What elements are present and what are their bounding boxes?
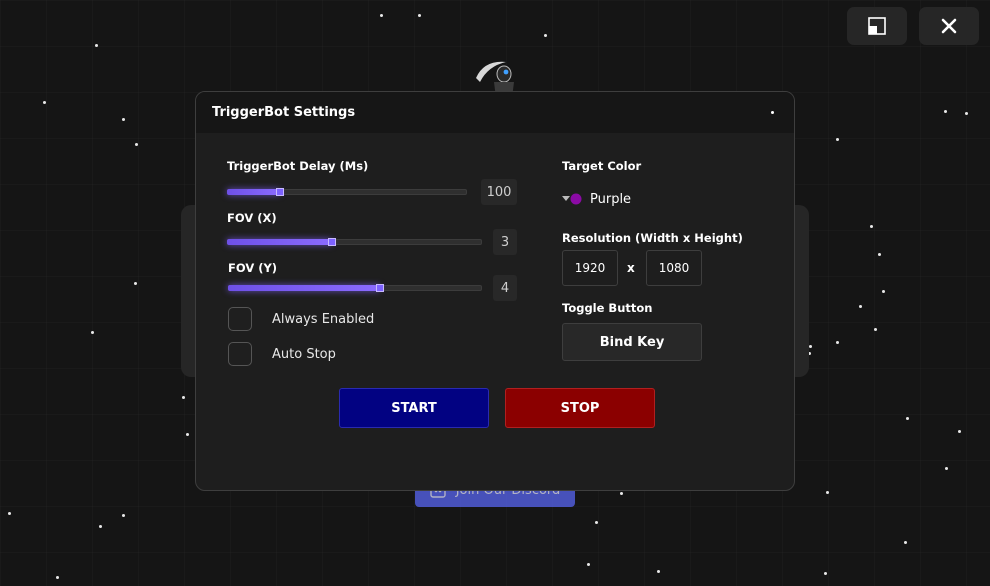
star <box>882 290 885 293</box>
star <box>595 521 598 524</box>
star <box>906 417 909 420</box>
star <box>870 225 873 228</box>
fov-x-slider[interactable] <box>227 238 482 246</box>
target-color-label: Target Color <box>562 159 642 173</box>
star <box>944 110 947 113</box>
resolution-width-input[interactable]: 1920 <box>562 250 618 286</box>
delay-label: TriggerBot Delay (Ms) <box>227 159 369 173</box>
star <box>135 143 138 146</box>
dialog-header: TriggerBot Settings <box>196 92 794 133</box>
close-button[interactable] <box>919 7 979 45</box>
restore-button[interactable] <box>847 7 907 45</box>
delay-thumb[interactable] <box>275 188 284 196</box>
fov-x-thumb[interactable] <box>327 238 336 246</box>
resolution-separator: x <box>627 261 635 275</box>
toggle-button-label: Toggle Button <box>562 301 653 315</box>
fov-y-fill <box>228 285 381 291</box>
close-x-icon <box>941 18 957 34</box>
stop-button[interactable]: STOP <box>505 388 655 428</box>
fov-x-value: 3 <box>493 229 517 255</box>
fov-y-slider[interactable] <box>228 284 482 292</box>
star <box>904 541 907 544</box>
start-button[interactable]: START <box>339 388 489 428</box>
star <box>965 112 968 115</box>
star <box>945 467 948 470</box>
dialog-body: TriggerBot Delay (Ms) 100 FOV (X) 3 FOV … <box>196 133 794 490</box>
star <box>958 430 961 433</box>
star <box>620 492 623 495</box>
auto-stop-label: Auto Stop <box>272 347 336 362</box>
fov-y-label: FOV (Y) <box>228 261 278 275</box>
star <box>836 341 839 344</box>
star <box>122 118 125 121</box>
dropdown-arrow-icon <box>562 193 582 205</box>
dialog-title: TriggerBot Settings <box>212 105 356 120</box>
star <box>809 345 812 348</box>
star <box>826 491 829 494</box>
fov-x-label: FOV (X) <box>227 211 277 225</box>
auto-stop-checkbox[interactable] <box>228 342 252 366</box>
always-enabled-checkbox[interactable] <box>228 307 252 331</box>
star <box>91 331 94 334</box>
delay-slider[interactable] <box>227 188 467 196</box>
star <box>657 570 660 573</box>
star <box>859 305 862 308</box>
star <box>878 253 881 256</box>
star <box>418 14 421 17</box>
star <box>824 572 827 575</box>
always-enabled-label: Always Enabled <box>272 312 375 327</box>
star <box>182 396 185 399</box>
delay-fill <box>227 189 280 195</box>
restore-window-icon <box>868 17 886 35</box>
resolution-height-input[interactable]: 1080 <box>646 250 702 286</box>
bind-key-button[interactable]: Bind Key <box>562 323 702 361</box>
star <box>186 433 189 436</box>
fov-y-thumb[interactable] <box>376 284 385 292</box>
star <box>56 576 59 579</box>
star <box>874 328 877 331</box>
resolution-label: Resolution (Width x Height) <box>562 231 743 245</box>
star <box>544 34 547 37</box>
star <box>134 282 137 285</box>
dot-menu-icon[interactable] <box>771 111 774 114</box>
star <box>122 514 125 517</box>
target-color-value: Purple <box>590 191 632 207</box>
star <box>836 138 839 141</box>
star <box>587 563 590 566</box>
fov-y-value: 4 <box>493 275 517 301</box>
target-color-select[interactable]: Purple <box>562 189 662 209</box>
star <box>99 525 102 528</box>
fov-x-fill <box>227 239 332 245</box>
triggerbot-settings-dialog: TriggerBot Settings TriggerBot Delay (Ms… <box>195 91 795 491</box>
star <box>380 14 383 17</box>
star <box>8 512 11 515</box>
star <box>95 44 98 47</box>
star <box>43 101 46 104</box>
delay-value: 100 <box>481 179 517 205</box>
